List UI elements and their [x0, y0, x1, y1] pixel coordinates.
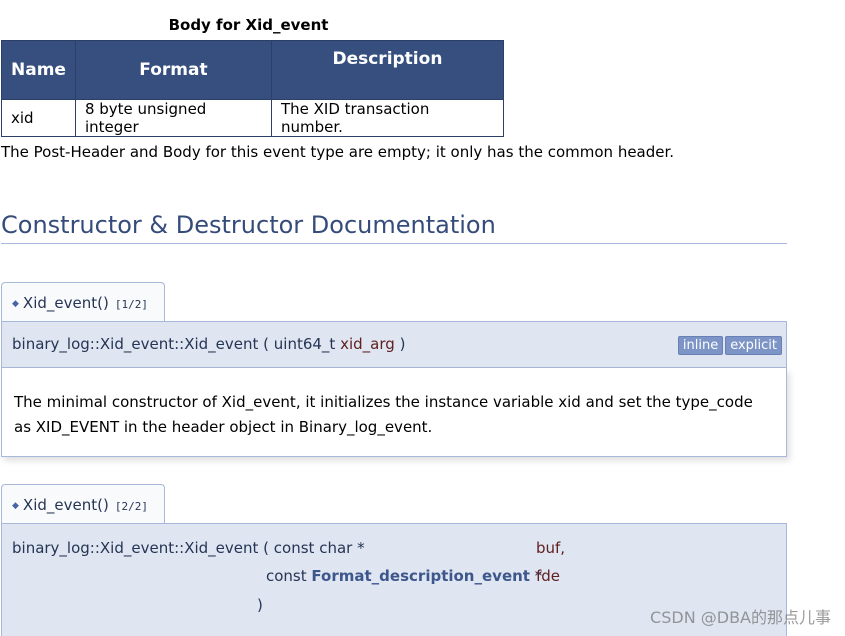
- param2-type-prefix: const: [266, 567, 307, 585]
- close-paren: ): [257, 596, 263, 614]
- member-tab-2[interactable]: ◆ Xid_event() [2/2]: [1, 484, 165, 524]
- overload-label: [2/2]: [114, 500, 148, 513]
- table-header-row: Name Format Description: [1, 40, 504, 100]
- body-paragraph: The Post-Header and Body for this event …: [1, 143, 675, 161]
- section-title: Constructor & Destructor Documentation: [1, 211, 787, 244]
- bullet-icon: ◆: [12, 299, 19, 309]
- member-tab-name: Xid_event(): [22, 496, 109, 514]
- bullet-icon: ◆: [12, 501, 19, 511]
- table-caption: Body for Xid_event: [168, 16, 329, 34]
- header-name: Name: [1, 40, 76, 100]
- table-row: xid 8 byte unsigned integer The XID tran…: [1, 99, 504, 137]
- cell-description: The XID transaction number.: [270, 99, 504, 137]
- param1-type: const char *: [273, 539, 365, 557]
- param-name: xid_arg: [340, 335, 395, 353]
- overload-label: [1/2]: [114, 298, 148, 311]
- proto-prefix: binary_log::Xid_event::Xid_event (: [12, 539, 270, 557]
- member-prototype-1: binary_log::Xid_event::Xid_event ( uint6…: [1, 321, 787, 368]
- doc-page: Body for Xid_event Name Format Descripti…: [0, 0, 845, 636]
- member-tab-name: Xid_event(): [22, 294, 109, 312]
- cell-format: 8 byte unsigned integer: [74, 99, 272, 137]
- proto-prefix: binary_log::Xid_event::Xid_event ( uint6…: [12, 335, 336, 353]
- member-doc-text: The minimal constructor of Xid_event, it…: [14, 393, 753, 436]
- header-description: Description: [270, 40, 504, 100]
- badges: inline explicit: [676, 335, 782, 355]
- badge-inline: inline: [677, 336, 724, 355]
- body-table: Name Format Description xid 8 byte unsig…: [1, 40, 504, 137]
- format-description-event-link[interactable]: Format_description_event: [311, 567, 530, 585]
- cell-name: xid: [1, 99, 76, 137]
- proto-suffix: ): [399, 335, 406, 353]
- member-doc-1: The minimal constructor of Xid_event, it…: [1, 368, 787, 457]
- watermark: CSDN @DBA的那点儿事: [650, 608, 831, 627]
- param1-name: buf,: [536, 539, 566, 557]
- badge-explicit: explicit: [725, 336, 782, 355]
- member-tab-1[interactable]: ◆ Xid_event() [1/2]: [1, 282, 165, 322]
- header-format: Format: [74, 40, 272, 100]
- param2-name: fde: [536, 567, 561, 585]
